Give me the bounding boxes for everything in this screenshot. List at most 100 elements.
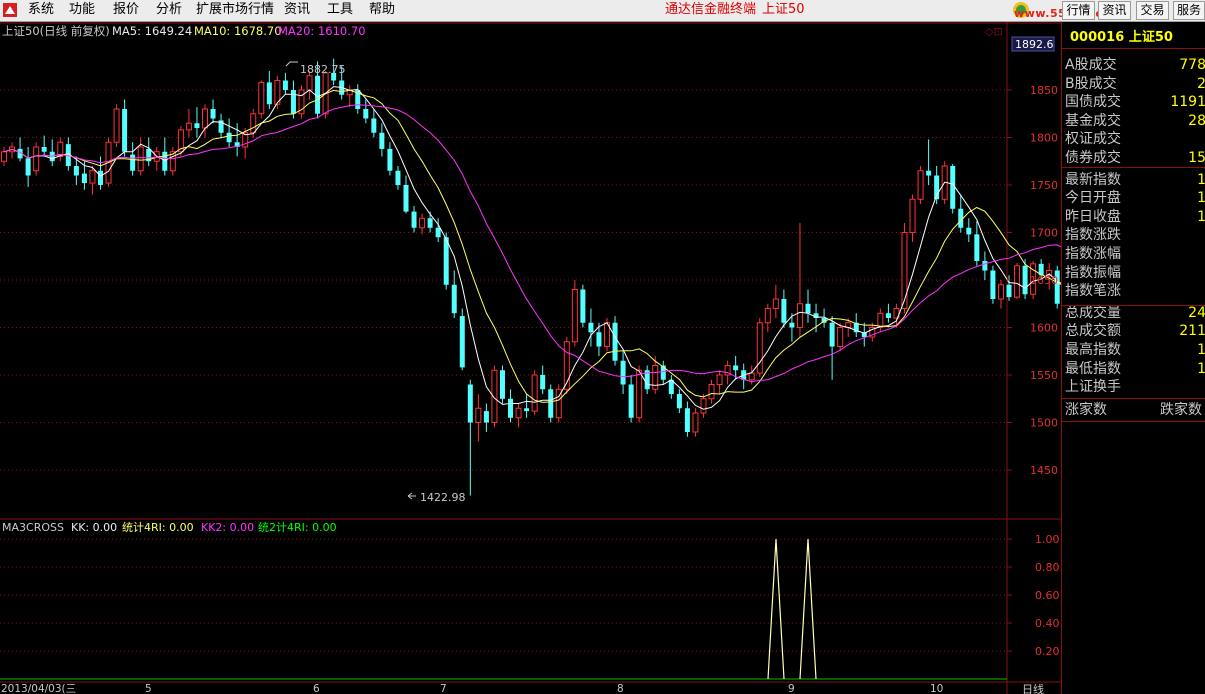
menu-help[interactable]: 帮助 bbox=[369, 0, 395, 21]
quote-row: 今日开盘 1 bbox=[1062, 189, 1205, 208]
high-price-label: 1882.75 bbox=[300, 63, 346, 76]
menu-extended-market[interactable]: 扩展市场行情 bbox=[196, 0, 274, 21]
period-label[interactable]: 日线 bbox=[1022, 682, 1044, 694]
quote-row: 指数振幅 bbox=[1062, 264, 1205, 283]
candle-body bbox=[435, 227, 441, 238]
rise-count-label: 涨家数 bbox=[1065, 402, 1107, 418]
quote-row-label: 最低指数 bbox=[1065, 360, 1121, 377]
candle-body bbox=[531, 374, 538, 412]
candle-body bbox=[997, 284, 1004, 300]
ma10-legend: MA10: 1678.70 bbox=[194, 24, 282, 38]
candle-body bbox=[805, 303, 811, 314]
app-logo-icon[interactable] bbox=[2, 2, 18, 18]
indicator-spike bbox=[767, 538, 785, 680]
candle-body bbox=[571, 289, 578, 343]
candle-body bbox=[475, 407, 482, 423]
candle-body bbox=[419, 217, 426, 229]
menu-function[interactable]: 功能 bbox=[69, 0, 95, 21]
chart-axes: 1850 1800 1750 1700 1650 1600 1550 1500 1450 1.00… bbox=[285, 61, 1060, 658]
quote-row-label: B股成交 bbox=[1065, 75, 1117, 92]
indicator-tick-label: 0.40 bbox=[1035, 617, 1060, 630]
quote-row: B股成交 2 bbox=[1062, 75, 1205, 94]
sep-mid1 bbox=[1062, 167, 1205, 168]
quote-row: 总成交额 211 bbox=[1062, 322, 1205, 341]
date-axis-month: 7 bbox=[440, 683, 447, 694]
sep-mid3 bbox=[1062, 398, 1205, 399]
candle-body bbox=[194, 123, 200, 128]
quote-row-label: 债券成交 bbox=[1065, 150, 1121, 166]
tab-quotes[interactable]: 行情 bbox=[1062, 1, 1095, 20]
indicator-count24: 统2计4RI: 0.00 bbox=[258, 521, 337, 534]
quote-row-value: 1 bbox=[1197, 342, 1205, 358]
candle-body bbox=[483, 411, 489, 423]
candle-body bbox=[266, 82, 272, 105]
price-tick-label: 1550 bbox=[1030, 369, 1058, 382]
candle-body bbox=[772, 298, 779, 309]
candle-body bbox=[122, 109, 128, 152]
menu-news[interactable]: 资讯 bbox=[284, 0, 310, 21]
date-axis-month: 6 bbox=[313, 683, 320, 694]
candle-body bbox=[290, 90, 296, 114]
menu-quote[interactable]: 报价 bbox=[113, 0, 139, 21]
indicator-count4: 统计4RI: 0.00 bbox=[122, 521, 194, 534]
sep-mid2 bbox=[1062, 305, 1205, 306]
menu-analysis[interactable]: 分析 bbox=[156, 0, 182, 21]
candle-body bbox=[628, 384, 634, 418]
indicator-name: MA3CROSS bbox=[2, 521, 64, 534]
indicator-tick-label: 0.80 bbox=[1035, 561, 1060, 574]
chart-area[interactable]: 1850 1800 1750 1700 1650 1600 1550 1500 1450 1.00… bbox=[0, 22, 1061, 694]
candle-body bbox=[467, 384, 473, 423]
date-axis-month: 5 bbox=[145, 683, 152, 694]
tab-news[interactable]: 资讯 bbox=[1098, 1, 1131, 20]
low-marker bbox=[407, 492, 416, 500]
ticker-app-name: 通达信金融终端 bbox=[665, 2, 757, 17]
candle-body bbox=[427, 218, 433, 228]
candle-body bbox=[596, 332, 602, 347]
candle-body bbox=[548, 389, 554, 418]
quote-row: 权证成交 bbox=[1062, 130, 1205, 149]
sep-bottom bbox=[1062, 421, 1205, 422]
index-name: 上证50 bbox=[1128, 30, 1173, 45]
quote-row-value: 778 bbox=[1179, 57, 1205, 73]
candle-body bbox=[796, 303, 803, 328]
candle-body bbox=[733, 365, 739, 371]
candle-body bbox=[885, 313, 891, 318]
chart-nav-icons[interactable]: ◇⊡ bbox=[985, 25, 1003, 38]
tab-service[interactable]: 服务 bbox=[1173, 1, 1205, 20]
indicator-tick-label: 0.60 bbox=[1035, 589, 1060, 602]
candle-body bbox=[451, 284, 457, 314]
price-tick-label: 1500 bbox=[1030, 417, 1058, 430]
candle-body bbox=[210, 109, 216, 119]
quote-row: 债券成交 15 bbox=[1062, 149, 1205, 168]
candle-body bbox=[113, 108, 120, 143]
chart-title: 上证50(日线 前复权) bbox=[2, 24, 110, 38]
candle-body bbox=[974, 234, 980, 261]
tab-trade[interactable]: 交易 bbox=[1136, 1, 1169, 20]
quote-row-label: 昨日收盘 bbox=[1065, 208, 1121, 225]
candle-body bbox=[73, 166, 79, 176]
quote-row: 最高指数 1 bbox=[1062, 341, 1205, 360]
price-tick-label: 1650 bbox=[1030, 274, 1058, 287]
candle-body bbox=[411, 211, 417, 228]
candle-body bbox=[837, 327, 844, 347]
menu-bar: 系统 功能 报价 分析 扩展市场行情 资讯 工具 帮助 通达信金融终端 上证50… bbox=[0, 0, 1205, 22]
quote-row-value: 28 bbox=[1188, 112, 1205, 129]
quote-panel: 000016 上证50 A股成交 778 B股成交 2 国债成交 1191 基金成交 28 权证… bbox=[1061, 22, 1205, 694]
quote-row-label: 指数笔涨 bbox=[1065, 283, 1121, 300]
candle-body bbox=[716, 374, 723, 385]
date-axis-month: 8 bbox=[617, 683, 624, 694]
candle-body bbox=[684, 408, 690, 432]
candle-body bbox=[789, 322, 795, 328]
menu-system[interactable]: 系统 bbox=[28, 0, 54, 21]
candle-body bbox=[403, 185, 409, 212]
quote-row-value: 2 bbox=[1197, 75, 1205, 92]
quote-row-label: 最新指数 bbox=[1065, 171, 1121, 188]
date-axis-month: 10 bbox=[930, 683, 943, 694]
candle-body bbox=[363, 109, 369, 119]
ma5-legend: MA5: 1649.24 bbox=[112, 24, 192, 38]
candle-body bbox=[387, 148, 393, 171]
quote-row-value: 1 bbox=[1197, 190, 1205, 207]
menu-tools[interactable]: 工具 bbox=[327, 0, 353, 21]
quote-row: 最新指数 1 bbox=[1062, 171, 1205, 190]
price-tick-label: 1600 bbox=[1030, 322, 1058, 335]
